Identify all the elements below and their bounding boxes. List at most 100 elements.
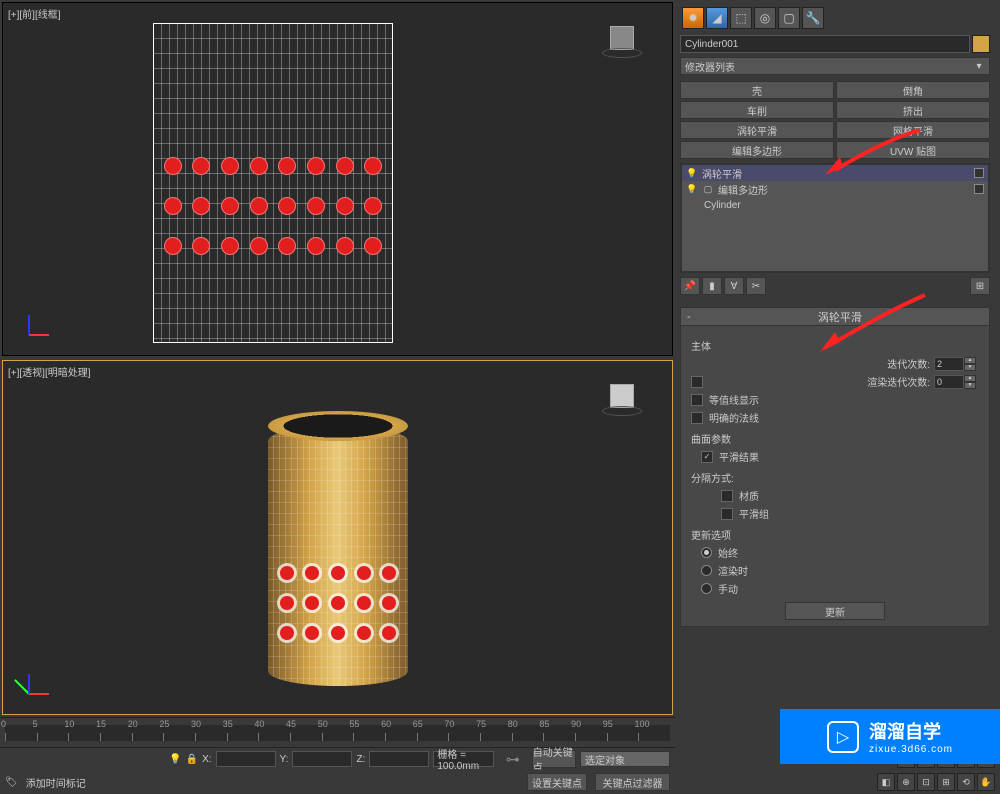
material-label: 材质	[739, 488, 759, 503]
modifier-meshsmooth-button[interactable]: 网格平滑	[836, 121, 990, 139]
tag-icon[interactable]: 🏷	[5, 777, 18, 788]
spinner-down-icon[interactable]: ▼	[964, 382, 976, 389]
remove-modifier-icon[interactable]: ✂	[746, 277, 766, 295]
selected-input[interactable]	[580, 751, 670, 767]
lightbulb-icon[interactable]: 💡	[169, 754, 181, 765]
nav-icon[interactable]: ⊡	[917, 773, 935, 791]
object-name-input[interactable]	[680, 35, 970, 53]
utilities-tab-icon[interactable]: 🔧	[802, 7, 824, 29]
render-label: 渲染时	[718, 563, 748, 578]
rollout-header[interactable]: - 涡轮平滑	[681, 308, 989, 326]
always-label: 始终	[718, 545, 738, 560]
explicit-normals-checkbox[interactable]	[691, 412, 703, 424]
modifier-chamfer-button[interactable]: 倒角	[836, 81, 990, 99]
modifier-editpoly-button[interactable]: 编辑多边形	[680, 141, 834, 159]
cylinder-shaded-object[interactable]	[268, 411, 408, 691]
iterations-label: 迭代次数:	[691, 356, 930, 371]
nav-icon[interactable]: ⟲	[957, 773, 975, 791]
nav-icon[interactable]: ✋	[977, 773, 995, 791]
modifier-turbosmooth-button[interactable]: 涡轮平滑	[680, 121, 834, 139]
nav-icon[interactable]: ⊞	[937, 773, 955, 791]
manual-label: 手动	[718, 581, 738, 596]
render-iter-input[interactable]	[934, 375, 964, 389]
watermark: ▷ 溜溜自学 zixue.3d66.com	[780, 709, 1000, 764]
viewport-front[interactable]: [+][前][线框]	[2, 2, 673, 356]
viewport-perspective[interactable]: [+][透视][明暗处理]	[2, 360, 673, 716]
material-checkbox[interactable]	[721, 490, 733, 502]
status-bar-2: 🏷 添加时间标记 设置关键点 关键点过滤器	[0, 770, 675, 794]
command-panel-tabs: ✹ ◢ ⬚ ◎ ▢ 🔧	[680, 5, 990, 31]
smooth-result-checkbox[interactable]: ✓	[701, 451, 713, 463]
coord-y-input[interactable]	[292, 751, 352, 767]
stack-item-cylinder[interactable]: Cylinder	[682, 197, 988, 213]
smoothgroup-checkbox[interactable]	[721, 508, 733, 520]
modifier-stack[interactable]: 💡 涡轮平滑 💡 ▢ 编辑多边形 Cylinder	[680, 163, 990, 273]
coord-z-label: Z:	[356, 754, 365, 765]
create-tab-icon[interactable]: ✹	[682, 7, 704, 29]
modifier-uvwmap-button[interactable]: UVW 贴图	[836, 141, 990, 159]
autokey-button[interactable]: 自动关键点	[532, 750, 576, 768]
viewcube-front[interactable]	[602, 18, 642, 58]
pin-stack-icon[interactable]: 📌	[680, 277, 700, 295]
configure-sets-icon[interactable]: ⊞	[970, 277, 990, 295]
hierarchy-tab-icon[interactable]: ⬚	[730, 7, 752, 29]
watermark-url: zixue.3d66.com	[869, 744, 953, 755]
always-radio[interactable]	[701, 547, 712, 558]
modify-tab-icon[interactable]: ◢	[706, 7, 728, 29]
timeline[interactable]: 0510152025303540455055606570758085909510…	[0, 717, 675, 746]
coord-x-input[interactable]	[216, 751, 276, 767]
manual-radio[interactable]	[701, 583, 712, 594]
stack-item-turbosmooth[interactable]: 💡 涡轮平滑	[682, 165, 988, 181]
main-group-label: 主体	[691, 338, 979, 353]
rollout-collapse-icon: -	[687, 311, 691, 323]
modifier-lathe-button[interactable]: 车削	[680, 101, 834, 119]
stack-toggle[interactable]	[974, 184, 984, 194]
cylinder-wireframe-object[interactable]	[153, 23, 393, 343]
stack-item-editpoly[interactable]: 💡 ▢ 编辑多边形	[682, 181, 988, 197]
render-iter-label: 渲染迭代次数:	[707, 374, 930, 389]
isoline-label: 等值线显示	[709, 392, 759, 407]
expand-icon[interactable]: ▢	[702, 184, 714, 195]
smooth-result-label: 平滑结果	[719, 449, 759, 464]
add-time-tag-label[interactable]: 添加时间标记	[26, 775, 86, 790]
separate-label: 分隔方式:	[691, 470, 979, 485]
viewport-label-perspective[interactable]: [+][透视][明暗处理]	[8, 364, 91, 379]
render-radio[interactable]	[701, 565, 712, 576]
spinner-down-icon[interactable]: ▼	[964, 364, 976, 371]
show-end-result-icon[interactable]: ▮	[702, 277, 722, 295]
axis-indicator-perspective	[18, 664, 58, 704]
lightbulb-icon[interactable]: 💡	[686, 184, 698, 195]
isoline-checkbox[interactable]	[691, 394, 703, 406]
iterations-input[interactable]	[934, 357, 964, 371]
motion-tab-icon[interactable]: ◎	[754, 7, 776, 29]
timeline-ruler[interactable]: 0510152025303540455055606570758085909510…	[5, 725, 670, 741]
command-panel: ✹ ◢ ⬚ ◎ ▢ 🔧 修改器列表 ▾ 壳 倒角 车削 挤出 涡轮平滑 网格平滑…	[675, 0, 1000, 794]
stack-toggle[interactable]	[974, 168, 984, 178]
chevron-down-icon: ▾	[973, 61, 985, 72]
modifier-list-dropdown[interactable]: 修改器列表 ▾	[680, 57, 990, 75]
object-color-swatch[interactable]	[972, 35, 990, 53]
surface-group-label: 曲面参数	[691, 431, 979, 446]
viewcube-perspective[interactable]	[602, 376, 642, 416]
viewport-label-front[interactable]: [+][前][线框]	[8, 6, 61, 21]
spinner-up-icon[interactable]: ▲	[964, 375, 976, 382]
render-iter-checkbox[interactable]	[691, 376, 703, 388]
coord-y-label: Y:	[280, 754, 289, 765]
update-button[interactable]: 更新	[785, 602, 885, 620]
lightbulb-icon[interactable]: 💡	[686, 168, 698, 179]
watermark-title: 溜溜自学	[869, 718, 953, 744]
nav-icon[interactable]: ⊕	[897, 773, 915, 791]
display-tab-icon[interactable]: ▢	[778, 7, 800, 29]
lock-icon[interactable]: 🔒	[186, 754, 198, 765]
stack-toolbar: 📌 ▮ ∀ ✂ ⊞	[680, 277, 990, 295]
coord-z-input[interactable]	[369, 751, 429, 767]
make-unique-icon[interactable]: ∀	[724, 277, 744, 295]
modifier-extrude-button[interactable]: 挤出	[836, 101, 990, 119]
spinner-up-icon[interactable]: ▲	[964, 357, 976, 364]
setkey-button[interactable]: 设置关键点	[527, 773, 587, 791]
watermark-logo-icon: ▷	[827, 721, 859, 753]
key-icon[interactable]: ⊶	[506, 751, 520, 768]
nav-icon[interactable]: ◧	[877, 773, 895, 791]
modifier-shell-button[interactable]: 壳	[680, 81, 834, 99]
keyfilter-button[interactable]: 关键点过滤器	[595, 773, 670, 791]
